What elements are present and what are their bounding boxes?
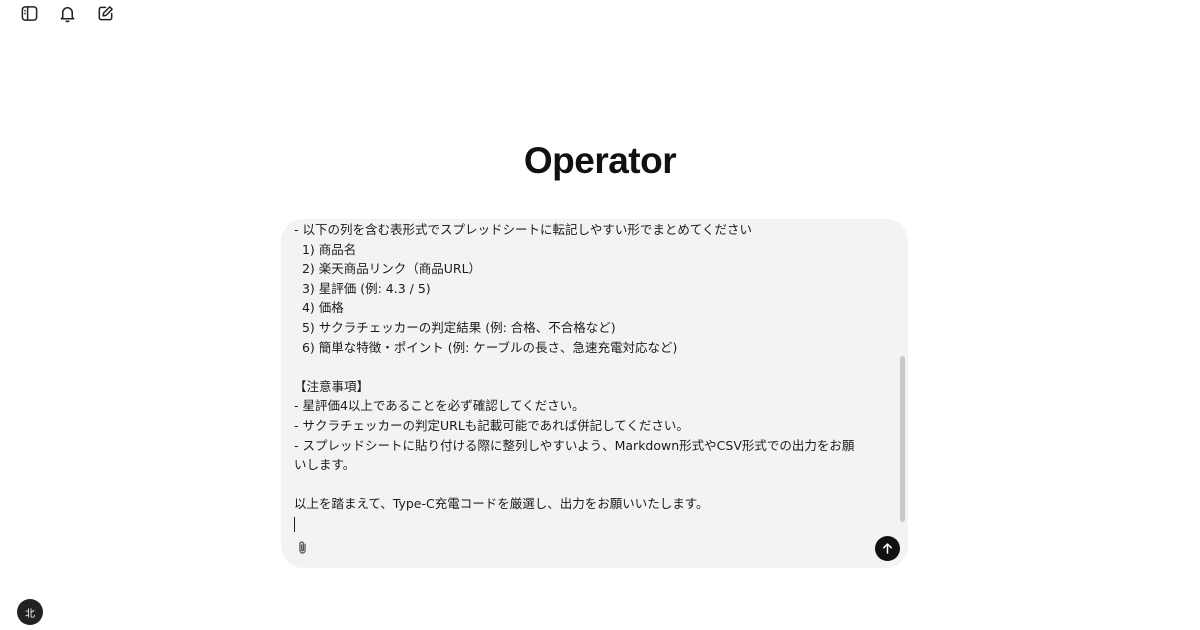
avatar[interactable]: 北 <box>17 599 43 625</box>
prompt-line: 4) 価格 <box>294 300 344 316</box>
bell-icon[interactable] <box>54 0 80 26</box>
prompt-line: - サクラチェッカーの判定URLも記載可能であれば併記してください。 <box>294 417 689 433</box>
edit-icon[interactable] <box>92 0 118 26</box>
prompt-line: 1) 商品名 <box>294 241 357 257</box>
arrow-up-icon <box>883 543 892 554</box>
text-caret-line <box>294 514 884 534</box>
prompt-line: 【注意事項】 <box>294 378 370 394</box>
prompt-line: - スプレッドシートに貼り付ける際に整列しやすいよう、Markdown形式やCS… <box>294 437 855 453</box>
prompt-line <box>294 357 884 377</box>
prompt-line: 3) 星評価 (例: 4.3 / 5) <box>294 280 431 296</box>
prompt-line: - 星評価4以上であることを必ず確認してください。 <box>294 398 585 414</box>
prompt-line: 6) 簡単な特徴・ポイント (例: ケーブルの長さ、急速充電対応など) <box>294 339 678 355</box>
prompt-line: いします。 <box>294 457 356 473</box>
prompt-line: 5) サクラチェッカーの判定結果 (例: 合格、不合格など) <box>294 319 616 335</box>
text-caret <box>294 516 295 532</box>
page-title: Operator <box>523 140 677 181</box>
composer-scrollbar[interactable] <box>900 356 905 522</box>
prompt-line: 2) 楽天商品リンク（商品URL） <box>294 261 482 277</box>
send-button[interactable] <box>875 536 900 561</box>
prompt-line: 以上を踏まえて、Type-C充電コードを厳選し、出力をお願いいたします。 <box>294 496 709 512</box>
sidebar-toggle-icon[interactable] <box>16 0 42 26</box>
prompt-line: - 以下の列を含む表形式でスプレッドシートに転記しやすい形でまとめてください <box>294 222 752 237</box>
prompt-line <box>294 475 884 495</box>
prompt-input[interactable]: - 以下の列を含む表形式でスプレッドシートに転記しやすい形でまとめてください 1… <box>294 220 884 538</box>
top-toolbar <box>16 0 118 26</box>
paperclip-icon[interactable] <box>293 538 311 556</box>
prompt-composer: - 以下の列を含む表形式でスプレッドシートに転記しやすい形でまとめてください 1… <box>281 219 908 568</box>
